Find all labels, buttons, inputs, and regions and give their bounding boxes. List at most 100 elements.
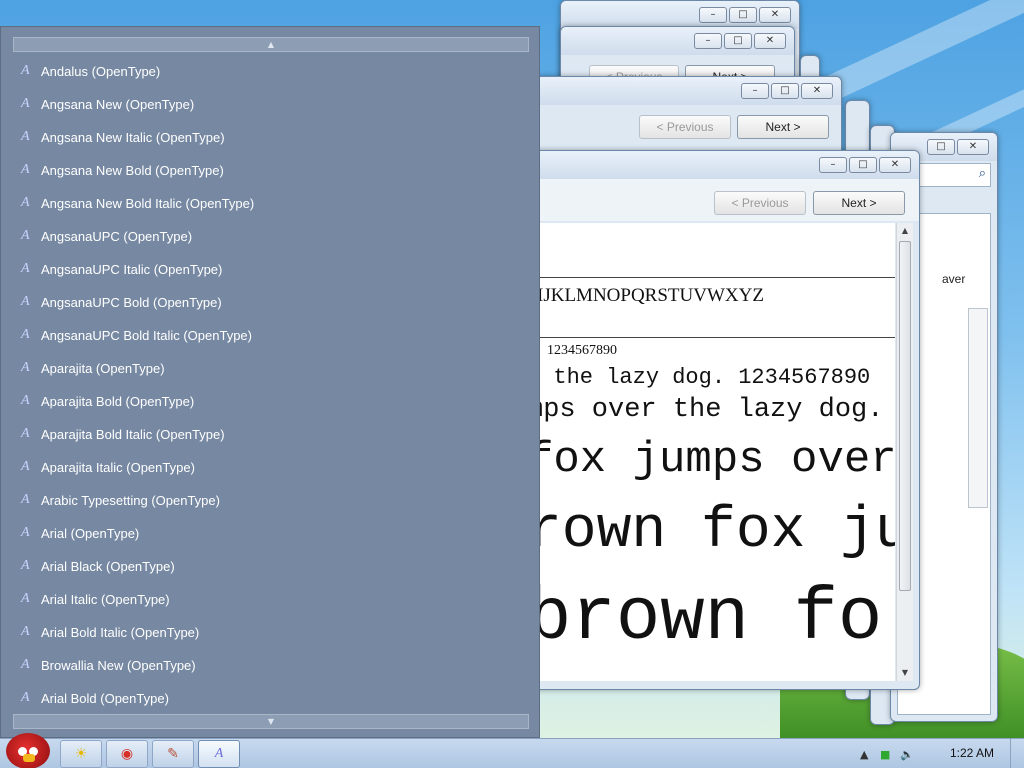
- maximize-button[interactable]: □: [849, 157, 877, 173]
- font-list-item[interactable]: Arabic Typesetting (OpenType): [19, 484, 519, 517]
- font-list-item-label: Aparajita Bold Italic (OpenType): [41, 427, 225, 442]
- minimize-button[interactable]: –: [741, 83, 769, 99]
- font-file-icon: [19, 261, 35, 278]
- close-button[interactable]: ✕: [801, 83, 833, 99]
- font-file-icon: [19, 393, 35, 410]
- taskbar-app-font-viewer[interactable]: A: [198, 740, 240, 768]
- close-button[interactable]: ✕: [759, 7, 791, 23]
- font-list-item[interactable]: Aparajita Bold Italic (OpenType): [19, 418, 519, 451]
- font-list-item[interactable]: Angsana New Bold Italic (OpenType): [19, 187, 519, 220]
- background-light-streak: [826, 0, 1024, 100]
- scroll-up-arrow[interactable]: ▲: [897, 223, 913, 239]
- font-list-item-label: AngsanaUPC Bold (OpenType): [41, 295, 222, 310]
- minimize-button[interactable]: –: [699, 7, 727, 23]
- font-file-icon: [19, 657, 35, 674]
- font-list-item-label: Browallia New (OpenType): [41, 658, 196, 673]
- font-list-panel: ▲ Andalus (OpenType) Angsana New (OpenTyp…: [0, 26, 540, 738]
- preview-vertical-scrollbar[interactable]: ▲ ▼: [896, 223, 913, 681]
- font-preview-window[interactable]: – □ ✕ < Previous Next > IJKLMNOPQRSTUVWX…: [520, 150, 920, 690]
- maximize-button[interactable]: □: [927, 139, 955, 155]
- font-list-item-label: Arial Italic (OpenType): [41, 592, 170, 607]
- network-icon[interactable]: ■: [880, 748, 890, 761]
- font-file-icon: [19, 360, 35, 377]
- font-list-item-label: Arabic Typesetting (OpenType): [41, 493, 220, 508]
- volume-icon[interactable]: 🔈: [900, 748, 914, 761]
- font-file-icon: [19, 228, 35, 245]
- font-list-item[interactable]: Aparajita Italic (OpenType): [19, 451, 519, 484]
- font-list-item-label: AngsanaUPC Bold Italic (OpenType): [41, 328, 252, 343]
- window-controls: – □ ✕: [741, 83, 833, 99]
- preview-sample-12pt: r the lazy dog. 1234567890: [527, 365, 871, 390]
- list-scroll-up-button[interactable]: ▲: [13, 37, 529, 52]
- font-list-item[interactable]: Arial Bold (OpenType): [19, 682, 519, 715]
- font-list-item[interactable]: Angsana New (OpenType): [19, 88, 519, 121]
- scroll-thumb[interactable]: [899, 241, 911, 591]
- font-file-icon: [19, 591, 35, 608]
- show-hidden-icons-icon[interactable]: ▲: [860, 748, 868, 761]
- show-desktop-button[interactable]: [1010, 739, 1024, 768]
- minimize-button[interactable]: –: [694, 33, 722, 49]
- preview-digits-line: 1234567890: [547, 343, 617, 358]
- preview-sample-18pt: mps over the lazy dog.: [527, 395, 884, 425]
- clock[interactable]: 1:22 AM: [950, 746, 994, 760]
- font-list-item-label: Arial Black (OpenType): [41, 559, 175, 574]
- text-fragment: aver: [942, 272, 966, 286]
- font-list-item[interactable]: Aparajita (OpenType): [19, 352, 519, 385]
- font-list-item[interactable]: Browallia New (OpenType): [19, 649, 519, 682]
- font-list-item-label: Aparajita (OpenType): [41, 361, 165, 376]
- next-button[interactable]: Next >: [737, 115, 829, 139]
- font-file-icon: [19, 195, 35, 212]
- font-list-item[interactable]: Arial (OpenType): [19, 517, 519, 550]
- font-list-item-label: Angsana New Bold Italic (OpenType): [41, 196, 255, 211]
- taskbar-app-explorer[interactable]: ☀: [60, 740, 102, 768]
- search-icon[interactable]: ⌕: [979, 166, 986, 181]
- font-list-item[interactable]: AngsanaUPC (OpenType): [19, 220, 519, 253]
- font-list-item[interactable]: AngsanaUPC Bold Italic (OpenType): [19, 319, 519, 352]
- font-list-item[interactable]: Andalus (OpenType): [19, 55, 519, 88]
- preview-sample-36pt: rown fox ju: [527, 499, 895, 564]
- font-list-item-label: Angsana New Italic (OpenType): [41, 130, 225, 145]
- previous-button[interactable]: < Previous: [639, 115, 731, 139]
- previous-button[interactable]: < Previous: [714, 191, 806, 215]
- font-list-item[interactable]: Arial Black (OpenType): [19, 550, 519, 583]
- maximize-button[interactable]: □: [729, 7, 757, 23]
- font-file-icon: [19, 690, 35, 707]
- font-list-item[interactable]: Angsana New Italic (OpenType): [19, 121, 519, 154]
- font-file-icon: [19, 129, 35, 146]
- font-list-item[interactable]: AngsanaUPC Italic (OpenType): [19, 253, 519, 286]
- font-list-item[interactable]: Angsana New Bold (OpenType): [19, 154, 519, 187]
- maximize-button[interactable]: □: [724, 33, 752, 49]
- font-list-item[interactable]: Arial Italic (OpenType): [19, 583, 519, 616]
- preview-uppercase-line: IJKLMNOPQRSTUVWXYZ: [537, 285, 764, 306]
- next-button[interactable]: Next >: [813, 191, 905, 215]
- font-list-item[interactable]: Aparajita Bold (OpenType): [19, 385, 519, 418]
- font-list-item-label: AngsanaUPC Italic (OpenType): [41, 262, 223, 277]
- scroll-down-arrow[interactable]: ▼: [897, 665, 913, 681]
- close-button[interactable]: ✕: [754, 33, 786, 49]
- font-file-icon: [19, 96, 35, 113]
- system-tray: ▲ ■ 🔈 1:22 AM: [854, 739, 1024, 768]
- font-file-icon: [19, 63, 35, 80]
- font-list-item[interactable]: AngsanaUPC Bold (OpenType): [19, 286, 519, 319]
- window-controls: – □ ✕: [819, 157, 911, 173]
- close-button[interactable]: ✕: [957, 139, 989, 155]
- font-list-item-label: Arial Bold Italic (OpenType): [41, 625, 200, 640]
- taskbar-app-chrome[interactable]: ◉: [106, 740, 148, 768]
- font-list-item-label: Aparajita Bold (OpenType): [41, 394, 195, 409]
- font-file-icon: [19, 426, 35, 443]
- close-button[interactable]: ✕: [879, 157, 911, 173]
- vertical-scrollbar[interactable]: [968, 308, 988, 508]
- font-list-item-label: Andalus (OpenType): [41, 64, 161, 79]
- list-scroll-down-button[interactable]: ▼: [13, 714, 529, 729]
- start-button[interactable]: [6, 733, 50, 768]
- window-controls: □ ✕: [927, 139, 989, 155]
- preview-divider: [527, 277, 895, 278]
- font-file-icon: [19, 459, 35, 476]
- start-orb-beak: [23, 754, 35, 762]
- minimize-button[interactable]: –: [819, 157, 847, 173]
- taskbar-app-paint[interactable]: ✎: [152, 740, 194, 768]
- font-list-item[interactable]: Arial Bold Italic (OpenType): [19, 616, 519, 649]
- font-file-icon: [19, 558, 35, 575]
- font-list-item-label: Angsana New (OpenType): [41, 97, 195, 112]
- maximize-button[interactable]: □: [771, 83, 799, 99]
